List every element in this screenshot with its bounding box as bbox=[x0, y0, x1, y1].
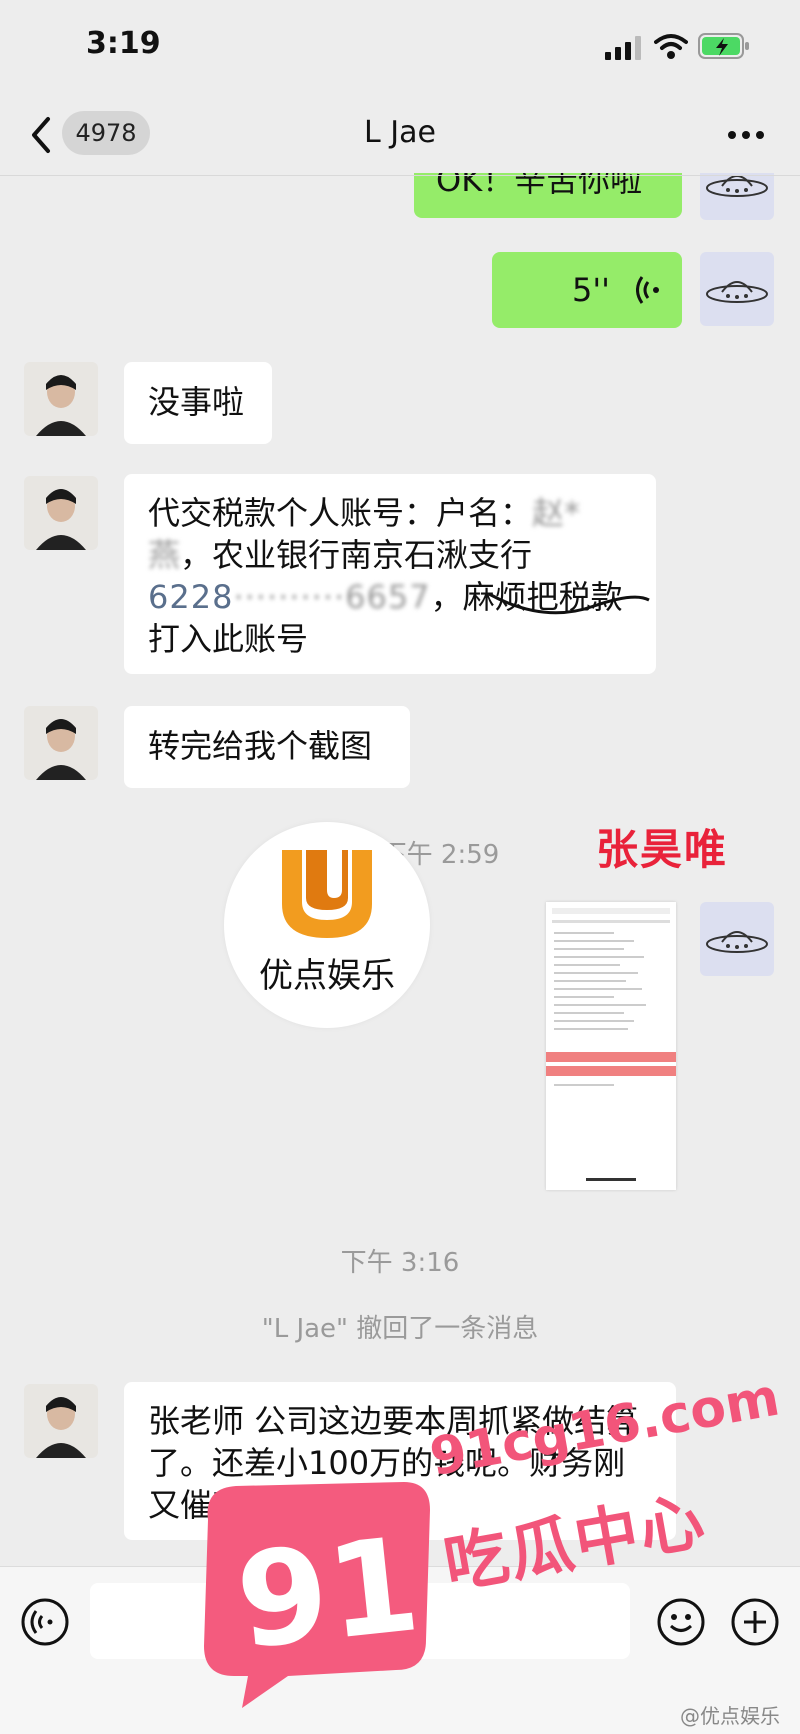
u-logo-icon bbox=[282, 850, 372, 938]
chat-header-overlay: 4978 L Jae bbox=[0, 95, 800, 176]
redacted-account-number: ··········6657 bbox=[233, 578, 431, 616]
message-text: ，农业银行南京石湫支行 bbox=[180, 536, 533, 574]
battery-charging-icon bbox=[698, 33, 749, 59]
received-message-bubble[interactable]: 没事啦 bbox=[124, 362, 272, 444]
image-message-thumbnail[interactable] bbox=[546, 902, 676, 1190]
contact-avatar[interactable] bbox=[24, 1384, 98, 1458]
scribble-redaction bbox=[488, 592, 650, 615]
contact-avatar[interactable] bbox=[24, 362, 98, 436]
status-time: 3:19 bbox=[86, 26, 161, 61]
voice-message-bubble[interactable]: 5'' bbox=[492, 252, 682, 328]
received-message-bubble[interactable]: 代交税款个人账号：户名：赵*燕，农业银行南京石湫支行 6228·········… bbox=[124, 474, 656, 674]
voice-duration: 5'' bbox=[572, 271, 610, 309]
weibo-watermark: @优点娱乐 bbox=[680, 1704, 780, 1728]
voice-input-icon[interactable] bbox=[20, 1597, 70, 1647]
recall-notice: "L Jae" 撤回了一条消息 bbox=[261, 1314, 539, 1344]
ellipsis-icon[interactable] bbox=[726, 125, 766, 145]
plus-icon[interactable] bbox=[730, 1597, 780, 1647]
my-avatar-ufo[interactable] bbox=[700, 252, 774, 326]
contact-avatar[interactable] bbox=[24, 476, 98, 550]
name-caption: 张昊唯 bbox=[596, 825, 729, 874]
message-text: 代交税款个人账号：户名： bbox=[148, 494, 533, 532]
watermark-logo: 优点娱乐 bbox=[224, 822, 430, 1028]
status-bar: 3:19 bbox=[0, 0, 800, 95]
account-number: 6228 bbox=[148, 578, 234, 616]
promo-badge: 91 bbox=[204, 1482, 430, 1708]
my-avatar-ufo[interactable] bbox=[700, 902, 774, 976]
promo-number: 91 bbox=[230, 1508, 426, 1678]
logo-text: 优点娱乐 bbox=[259, 956, 395, 996]
contact-avatar[interactable] bbox=[24, 706, 98, 780]
voice-wave-icon bbox=[636, 276, 659, 304]
timestamp: 下午 3:16 bbox=[340, 1248, 460, 1278]
contact-name: L Jae bbox=[364, 115, 436, 150]
wifi-icon bbox=[654, 34, 688, 59]
received-message-bubble[interactable]: 转完给我个截图 bbox=[124, 706, 410, 788]
signal-icon bbox=[605, 36, 641, 60]
message-text: 转完给我个截图 bbox=[148, 727, 373, 765]
message-text: 没事啦 bbox=[148, 383, 245, 421]
emoji-icon[interactable] bbox=[656, 1597, 706, 1647]
